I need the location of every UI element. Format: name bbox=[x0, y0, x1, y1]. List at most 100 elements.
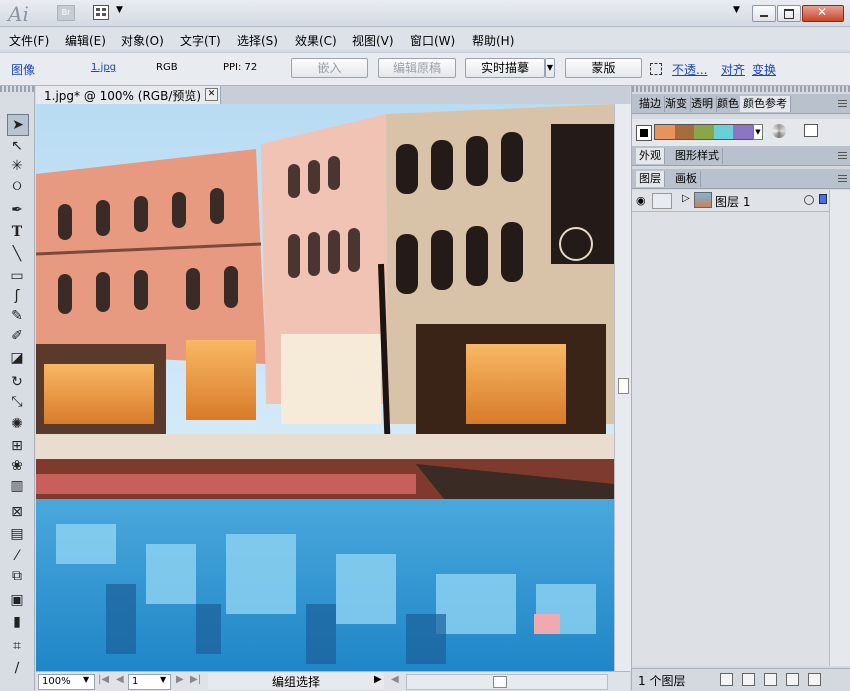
horizontal-scrollbar[interactable] bbox=[406, 674, 608, 690]
delete-layer-icon[interactable] bbox=[808, 673, 821, 686]
maximize-button[interactable] bbox=[777, 5, 801, 22]
lock-toggle[interactable] bbox=[652, 193, 672, 209]
harmony-swatch[interactable] bbox=[733, 125, 753, 139]
mask-button[interactable]: 蒙版 bbox=[565, 58, 642, 78]
status-menu-icon[interactable]: ▶ bbox=[374, 674, 382, 685]
blend-icon[interactable]: ⧉ bbox=[7, 566, 27, 586]
minimize-button[interactable] bbox=[752, 5, 776, 22]
first-artboard-icon[interactable]: |◀ bbox=[98, 674, 109, 685]
scroll-left-icon[interactable]: ◀ bbox=[391, 674, 399, 685]
new-layer-icon[interactable] bbox=[786, 673, 799, 686]
harmony-swatch[interactable] bbox=[674, 125, 695, 139]
workspace-dropdown-icon[interactable]: ▼ bbox=[733, 5, 740, 15]
filename-link[interactable]: 1.jpg bbox=[91, 62, 116, 73]
menu-file[interactable]: 文件(F) bbox=[9, 32, 49, 49]
embed-button[interactable]: 嵌入 bbox=[291, 58, 368, 78]
menu-object[interactable]: 对象(O) bbox=[121, 32, 164, 49]
menu-edit[interactable]: 编辑(E) bbox=[65, 32, 106, 49]
direct-selection-icon[interactable]: ↖ bbox=[7, 136, 27, 156]
selection-icon[interactable]: ➤ bbox=[7, 114, 29, 136]
harmony-swatch[interactable] bbox=[655, 125, 675, 139]
object-type-link[interactable]: 图像 bbox=[11, 61, 35, 78]
transparency-icon[interactable] bbox=[650, 63, 662, 75]
arrange-documents-icon[interactable] bbox=[93, 5, 109, 20]
type-icon[interactable]: T bbox=[7, 222, 27, 242]
next-artboard-icon[interactable]: ▶ bbox=[176, 674, 184, 685]
new-sublayer-icon[interactable] bbox=[764, 673, 777, 686]
layer-row[interactable]: ◉ ▷ 图层 1 bbox=[632, 190, 829, 212]
pen-icon[interactable]: ✒ bbox=[7, 200, 27, 220]
eraser-icon[interactable]: ◪ bbox=[7, 348, 27, 368]
mesh-icon[interactable]: ⊠ bbox=[7, 502, 27, 522]
close-button[interactable] bbox=[802, 5, 844, 22]
placed-image[interactable] bbox=[36, 104, 614, 671]
graph-icon[interactable]: ▥ bbox=[7, 476, 27, 496]
tab-gradient[interactable]: 渐变 bbox=[662, 96, 691, 112]
document-tab[interactable]: 1.jpg* @ 100% (RGB/预览) ✕ bbox=[36, 86, 221, 104]
layers-scrollbar[interactable] bbox=[829, 190, 850, 666]
magic-wand-icon[interactable]: ✳ bbox=[7, 156, 27, 176]
tab-color-guide[interactable]: 颜色参考 bbox=[740, 96, 791, 112]
menu-select[interactable]: 选择(S) bbox=[237, 32, 278, 49]
menu-window[interactable]: 窗口(W) bbox=[410, 32, 455, 49]
scrollbar-thumb[interactable] bbox=[618, 378, 629, 394]
artboard-dropdown-icon[interactable]: ▼ bbox=[160, 675, 166, 684]
pencil-icon[interactable]: ✎ bbox=[7, 306, 27, 326]
harmony-swatch[interactable] bbox=[713, 125, 734, 139]
locate-object-icon[interactable] bbox=[720, 673, 733, 686]
tab-artboards[interactable]: 画板 bbox=[672, 171, 701, 187]
panel-grip[interactable] bbox=[632, 86, 850, 92]
slice-icon[interactable]: ∕ bbox=[7, 658, 27, 678]
menu-type[interactable]: 文字(T) bbox=[180, 32, 221, 49]
harmony-dropdown-icon[interactable]: ▼ bbox=[753, 124, 763, 140]
edit-original-button[interactable]: 编辑原稿 bbox=[378, 58, 456, 78]
paintbrush-icon[interactable]: ʃ bbox=[7, 286, 27, 306]
warp-icon[interactable]: ✺ bbox=[7, 414, 27, 434]
target-circle-icon[interactable] bbox=[804, 195, 814, 205]
align-link[interactable]: 对齐 bbox=[721, 61, 745, 78]
save-color-group-icon[interactable] bbox=[804, 124, 818, 137]
chevron-down-icon[interactable]: ▼ bbox=[116, 5, 123, 15]
transform-link[interactable]: 变换 bbox=[752, 61, 776, 78]
rectangle-icon[interactable]: ▭ bbox=[7, 266, 27, 286]
expand-triangle-icon[interactable]: ▷ bbox=[682, 193, 690, 204]
panel-menu-icon[interactable] bbox=[838, 175, 847, 182]
base-color-swatch[interactable] bbox=[636, 125, 652, 141]
graph-column-icon[interactable]: ▮ bbox=[7, 612, 27, 632]
live-trace-button[interactable]: 实时描摹 bbox=[465, 58, 545, 78]
blob-brush-icon[interactable]: ✐ bbox=[7, 326, 27, 346]
vertical-scrollbar[interactable] bbox=[614, 104, 631, 671]
menu-help[interactable]: 帮助(H) bbox=[472, 32, 514, 49]
crop-icon[interactable]: ⌗ bbox=[7, 636, 27, 656]
symbol-sprayer-icon[interactable]: ❀ bbox=[7, 456, 27, 476]
opacity-link[interactable]: 不透... bbox=[672, 61, 707, 78]
clipping-mask-icon[interactable] bbox=[742, 673, 755, 686]
visibility-eye-icon[interactable]: ◉ bbox=[636, 194, 646, 207]
live-paint-icon[interactable]: ▣ bbox=[7, 590, 27, 610]
line-icon[interactable]: ╲ bbox=[7, 244, 27, 264]
harmony-swatch[interactable] bbox=[694, 125, 714, 139]
close-document-icon[interactable]: ✕ bbox=[205, 88, 218, 101]
menu-view[interactable]: 视图(V) bbox=[352, 32, 394, 49]
scale-icon[interactable]: ⤡ bbox=[7, 392, 27, 412]
zoom-dropdown-icon[interactable]: ▼ bbox=[83, 675, 89, 684]
tab-transparency[interactable]: 透明 bbox=[688, 96, 717, 112]
eyedropper-icon[interactable]: ⁄ bbox=[7, 546, 27, 566]
bridge-button[interactable]: Br bbox=[57, 5, 75, 21]
last-artboard-icon[interactable]: ▶| bbox=[190, 674, 201, 685]
horizontal-scroll-thumb[interactable] bbox=[493, 676, 507, 688]
menu-effect[interactable]: 效果(C) bbox=[295, 32, 337, 49]
gradient-icon[interactable]: ▤ bbox=[7, 524, 27, 544]
document-canvas[interactable] bbox=[36, 104, 614, 671]
trace-options-dropdown[interactable]: ▼ bbox=[545, 58, 555, 78]
tab-layers[interactable]: 图层 bbox=[636, 171, 665, 187]
harmony-rules-bar[interactable] bbox=[654, 124, 754, 140]
free-transform-icon[interactable]: ⊞ bbox=[7, 436, 27, 456]
panel-menu-icon[interactable] bbox=[838, 152, 847, 159]
rotate-icon[interactable]: ↻ bbox=[7, 372, 27, 392]
panel-menu-icon[interactable] bbox=[838, 100, 847, 107]
status-tool-label[interactable]: 编组选择 bbox=[208, 673, 384, 689]
panel-grip[interactable] bbox=[0, 86, 34, 92]
tab-color[interactable]: 颜色 bbox=[714, 96, 743, 112]
prev-artboard-icon[interactable]: ◀ bbox=[116, 674, 124, 685]
